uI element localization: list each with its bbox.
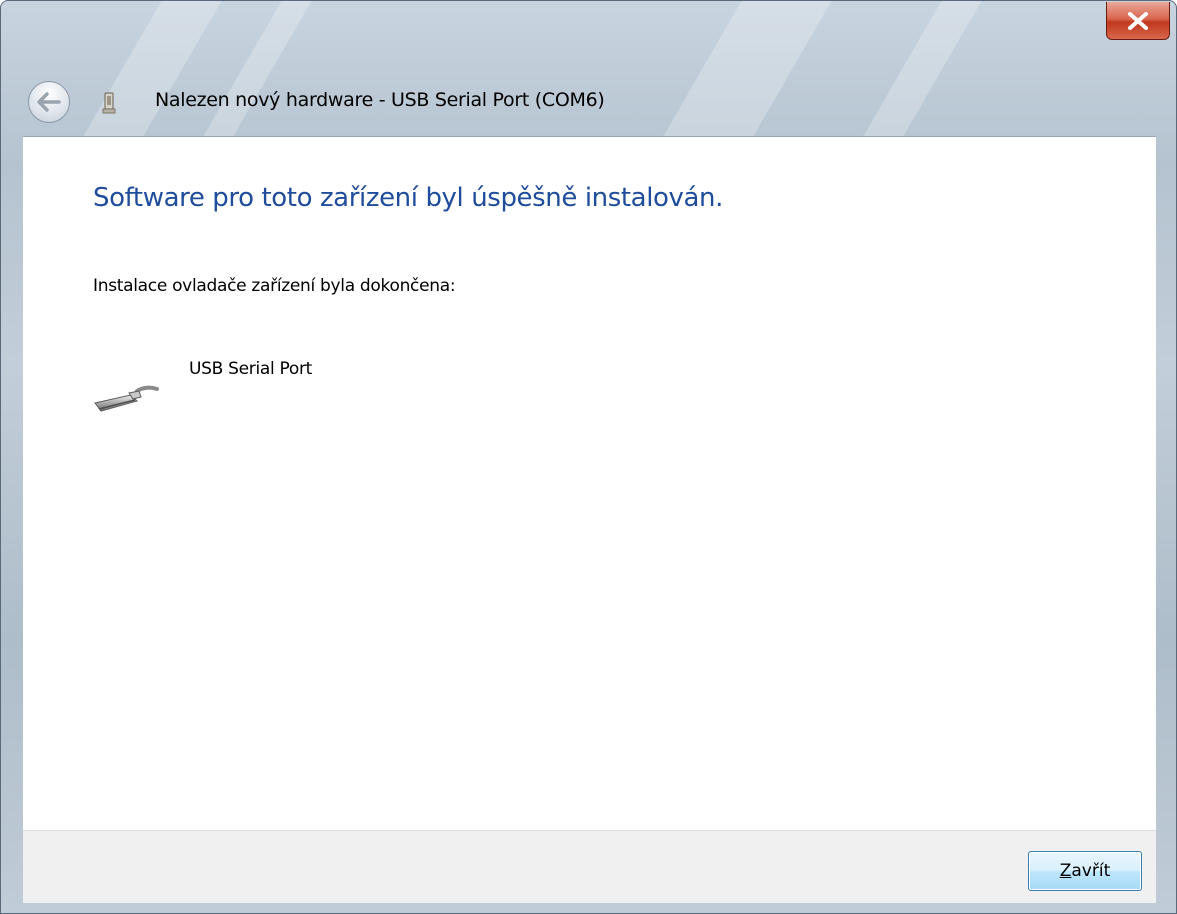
page-heading: Software pro toto zařízení byl úspěšně i… xyxy=(93,183,724,213)
window-title: Nalezen nový hardware - USB Serial Port … xyxy=(155,89,605,111)
close-button-label: avřít xyxy=(1071,861,1111,881)
usb-device-icon xyxy=(100,91,118,115)
device-name: USB Serial Port xyxy=(189,359,313,379)
title-bar: Nalezen nový hardware - USB Serial Port … xyxy=(1,1,1176,136)
footer-bar: Zavřít xyxy=(23,830,1156,903)
status-message: Instalace ovladače zařízení byla dokonče… xyxy=(93,276,456,296)
wizard-window: Nalezen nový hardware - USB Serial Port … xyxy=(0,0,1177,914)
content-area: Software pro toto zařízení byl úspěšně i… xyxy=(23,136,1156,831)
close-button[interactable]: Zavřít xyxy=(1028,851,1142,891)
close-icon[interactable] xyxy=(1106,2,1170,40)
serial-port-icon xyxy=(91,379,161,419)
back-arrow-icon[interactable] xyxy=(28,81,70,123)
close-button-mnemonic: Z xyxy=(1059,861,1072,881)
